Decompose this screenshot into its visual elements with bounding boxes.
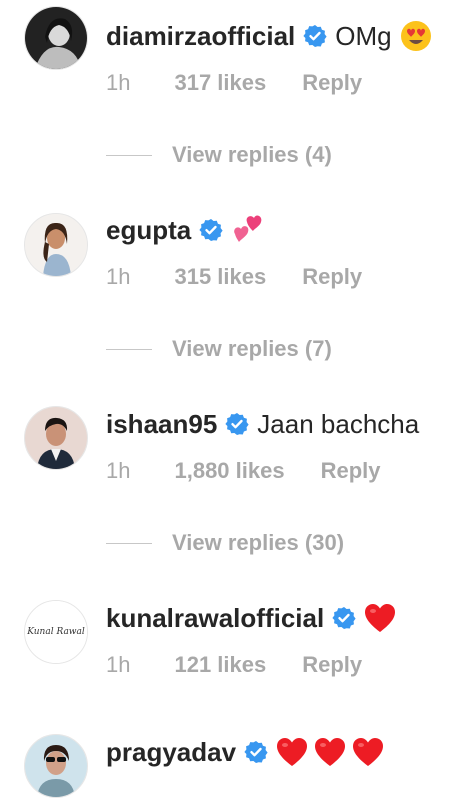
- heart-eyes-emoji-icon: [400, 20, 432, 52]
- comment-time: 1h: [106, 70, 131, 95]
- red-heart-emoji-icon: [364, 603, 396, 633]
- avatar[interactable]: Kunal Rawal: [24, 600, 88, 664]
- verified-badge-icon: [225, 413, 249, 435]
- divider: [106, 154, 152, 156]
- reply-button[interactable]: Reply: [302, 70, 362, 96]
- avatar[interactable]: [24, 213, 88, 277]
- likes-count[interactable]: 317 likes: [174, 70, 266, 96]
- username[interactable]: egupta: [106, 215, 191, 246]
- red-heart-icon: [277, 738, 308, 766]
- view-replies-button[interactable]: View replies (4): [106, 140, 332, 170]
- comment-time: 1h: [106, 458, 131, 483]
- divider: [106, 542, 152, 544]
- view-replies-label: View replies (30): [172, 530, 345, 555]
- comment-time: 1h: [106, 264, 131, 289]
- divider: [106, 348, 152, 350]
- username[interactable]: ishaan95: [106, 409, 217, 440]
- view-replies-button[interactable]: View replies (7): [106, 334, 332, 364]
- username[interactable]: kunalrawalofficial: [106, 603, 324, 634]
- reply-button[interactable]: Reply: [302, 652, 362, 678]
- reply-button[interactable]: Reply: [321, 458, 381, 484]
- verified-badge-icon: [303, 25, 327, 47]
- verified-badge-icon: [332, 607, 356, 629]
- username[interactable]: diamirzaofficial: [106, 21, 295, 52]
- view-replies-label: View replies (4): [172, 142, 332, 167]
- red-hearts-emoji-icon: [276, 737, 384, 767]
- view-replies-button[interactable]: View replies (30): [106, 528, 344, 558]
- view-replies-label: View replies (7): [172, 336, 332, 361]
- red-heart-icon: [315, 738, 346, 766]
- likes-count[interactable]: 315 likes: [174, 264, 266, 290]
- comment-text: OMg: [335, 20, 392, 51]
- two-hearts-emoji-icon: [231, 214, 265, 246]
- verified-badge-icon: [199, 219, 223, 241]
- likes-count[interactable]: 1,880 likes: [174, 458, 284, 484]
- comment-text: Jaan bachcha: [257, 408, 420, 439]
- avatar[interactable]: [24, 734, 88, 798]
- comment-time: 1h: [106, 652, 131, 677]
- brand-logo: Kunal Rawal: [25, 601, 87, 663]
- avatar[interactable]: [24, 406, 88, 470]
- username[interactable]: pragyadav: [106, 737, 236, 768]
- reply-button[interactable]: Reply: [302, 264, 362, 290]
- likes-count[interactable]: 121 likes: [174, 652, 266, 678]
- red-heart-icon: [353, 738, 384, 766]
- verified-badge-icon: [244, 741, 268, 763]
- avatar[interactable]: [24, 6, 88, 70]
